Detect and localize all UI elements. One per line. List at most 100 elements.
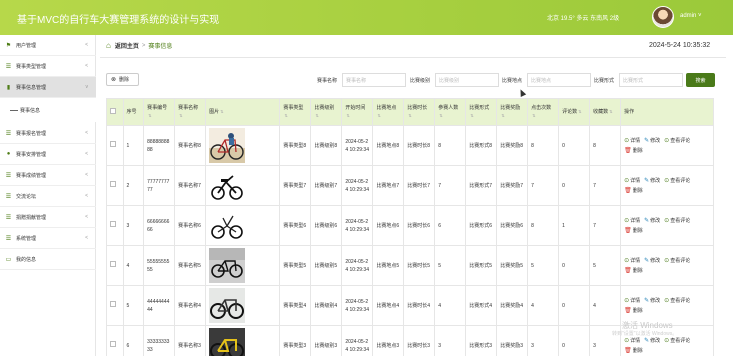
row-select-cell[interactable] — [106, 165, 124, 206]
event-image — [209, 168, 276, 203]
trash-icon: 🗑 — [624, 147, 632, 154]
view-comments-button[interactable]: ⊙ 查看评论 — [664, 337, 690, 345]
view-comments-button[interactable]: ⊙ 查看评论 — [664, 177, 690, 185]
sidebar-item-forum[interactable]: ☰ 交流论坛 < — [0, 186, 96, 207]
favorites-cell: 8 — [589, 125, 622, 166]
sort-icon[interactable]: ⇅ — [439, 113, 442, 118]
edit-icon: ✎ — [644, 217, 650, 224]
view-comments-button[interactable]: ⊙ 查看评论 — [664, 257, 690, 265]
row-checkbox[interactable] — [110, 221, 116, 227]
event-image-cell — [205, 125, 281, 166]
sidebar-item-users[interactable]: ⚑ 用户管理 < — [0, 35, 96, 56]
edit-button[interactable]: ✎ 修改 — [644, 337, 660, 345]
column-header[interactable]: 图片⇅ — [205, 98, 281, 126]
sort-icon[interactable]: ⇅ — [148, 113, 151, 118]
menu-icon: ☰ — [5, 214, 12, 221]
column-header[interactable]: 点击次数⇅ — [527, 98, 560, 126]
delete-button[interactable]: 🗑 删除 — [624, 267, 643, 275]
edit-button[interactable]: ✎ 修改 — [644, 177, 660, 185]
breadcrumb-home[interactable]: 返回主页 — [115, 41, 139, 50]
detail-button[interactable]: ⊙ 详情 — [624, 337, 640, 345]
sort-icon[interactable]: ⇅ — [346, 113, 349, 118]
column-header[interactable]: 赛事编号⇅ — [143, 98, 176, 126]
edit-button[interactable]: ✎ 修改 — [644, 257, 660, 265]
column-header[interactable]: 比赛时长⇅ — [403, 98, 436, 126]
sidebar-item-schedule[interactable]: ● 赛事安排管理 < — [0, 144, 96, 165]
row-checkbox[interactable] — [110, 301, 116, 307]
sort-icon[interactable]: ⇅ — [220, 109, 223, 114]
row-select-cell[interactable] — [106, 125, 124, 166]
trash-icon: 🗑 — [624, 227, 632, 234]
event-code-cell: 6666666666 — [143, 205, 176, 246]
column-header[interactable]: 开始时间⇅ — [341, 98, 374, 126]
view-comments-button[interactable]: ⊙ 查看评论 — [664, 297, 690, 305]
column-header[interactable]: 参赛人数⇅ — [434, 98, 467, 126]
edit-button[interactable]: ✎ 修改 — [644, 297, 660, 305]
row-select-cell[interactable] — [106, 285, 124, 326]
delete-button[interactable]: 🗑 删除 — [624, 347, 643, 355]
delete-button[interactable]: 🗑 删除 — [624, 227, 643, 235]
event-name-input[interactable]: 赛事名称 — [342, 73, 406, 87]
sort-icon[interactable]: ⇅ — [470, 113, 473, 118]
row-checkbox[interactable] — [110, 341, 116, 347]
view-comments-button[interactable]: ⊙ 查看评论 — [664, 217, 690, 225]
detail-button[interactable]: ⊙ 详情 — [624, 297, 640, 305]
row-number-cell: 6 — [122, 325, 145, 356]
column-header[interactable]: 评论数⇅ — [558, 98, 591, 126]
row-checkbox[interactable] — [110, 141, 116, 147]
column-header[interactable]: 赛事类型⇅ — [279, 98, 312, 126]
delete-button[interactable]: 🗑 删除 — [624, 187, 643, 195]
row-select-cell[interactable] — [106, 205, 124, 246]
column-header[interactable]: 比赛奖励⇅ — [496, 98, 529, 126]
row-select-cell[interactable] — [106, 325, 124, 356]
filter-label-form: 比赛形式 — [594, 78, 615, 84]
detail-button[interactable]: ⊙ 详情 — [624, 257, 640, 265]
select-all-checkbox[interactable] — [110, 107, 116, 114]
sort-icon[interactable]: ⇅ — [284, 113, 287, 118]
sort-icon[interactable]: ⇅ — [377, 113, 380, 118]
batch-delete-button[interactable]: ⊗ 删除 — [106, 73, 139, 86]
sort-icon[interactable]: ⇅ — [501, 113, 504, 118]
home-icon[interactable]: ⌂ — [106, 41, 111, 50]
sidebar-item-event-info[interactable]: ▮ 赛事信息管理 v — [0, 77, 96, 98]
view-comments-button[interactable]: ⊙ 查看评论 — [664, 137, 690, 145]
column-header[interactable]: 比赛级别⇅ — [310, 98, 343, 126]
sort-icon[interactable]: ⇅ — [578, 109, 581, 114]
event-place-input[interactable]: 比赛地点 — [527, 73, 591, 87]
event-form-input[interactable]: 比赛形式 — [619, 73, 683, 87]
user-menu[interactable]: admin ˅ — [680, 13, 702, 19]
sidebar-item-event-types[interactable]: ☰ 赛事类型管理 < — [0, 56, 96, 77]
edit-button[interactable]: ✎ 修改 — [644, 217, 660, 225]
sidebar-item-my-info[interactable]: ▭ 我的信息 — [0, 249, 96, 270]
event-level-input[interactable]: 比赛级别 — [435, 73, 499, 87]
duration-cell: 比赛时长8 — [403, 125, 436, 166]
sidebar-subitem-event-info[interactable]: 赛事信息 — [0, 98, 96, 122]
column-header[interactable]: 收藏数⇅ — [589, 98, 622, 126]
sort-icon[interactable]: ⇅ — [315, 113, 318, 118]
select-all-cell[interactable] — [106, 98, 124, 126]
sort-icon[interactable]: ⇅ — [532, 113, 535, 118]
column-header[interactable]: 赛事名称⇅ — [174, 98, 207, 126]
row-select-cell[interactable] — [106, 245, 124, 286]
sort-icon[interactable]: ⇅ — [609, 109, 612, 114]
row-checkbox[interactable] — [110, 181, 116, 187]
delete-button[interactable]: 🗑 删除 — [624, 307, 643, 315]
sidebar-item-system[interactable]: ☰ 系统管理 < — [0, 228, 96, 249]
sort-icon[interactable]: ⇅ — [408, 113, 411, 118]
detail-button[interactable]: ⊙ 详情 — [624, 137, 640, 145]
sidebar-item-results[interactable]: ☰ 赛事成绩管理 < — [0, 165, 96, 186]
sidebar-item-registration[interactable]: ☰ 赛事报名管理 < — [0, 123, 96, 144]
sidebar-item-label: 赛事类型管理 — [16, 63, 47, 70]
sidebar-item-donations[interactable]: ☰ 捐赠捐献管理 < — [0, 207, 96, 228]
sort-icon[interactable]: ⇅ — [179, 113, 182, 118]
column-header[interactable]: 比赛形式⇅ — [465, 98, 498, 126]
avatar[interactable] — [652, 6, 674, 28]
row-checkbox[interactable] — [110, 261, 116, 267]
detail-button[interactable]: ⊙ 详情 — [624, 217, 640, 225]
edit-button[interactable]: ✎ 修改 — [644, 137, 660, 145]
search-button[interactable]: 搜索 — [686, 73, 715, 87]
divider — [100, 57, 726, 58]
detail-button[interactable]: ⊙ 详情 — [624, 177, 640, 185]
delete-button[interactable]: 🗑 删除 — [624, 147, 643, 155]
column-header[interactable]: 比赛地点⇅ — [372, 98, 405, 126]
